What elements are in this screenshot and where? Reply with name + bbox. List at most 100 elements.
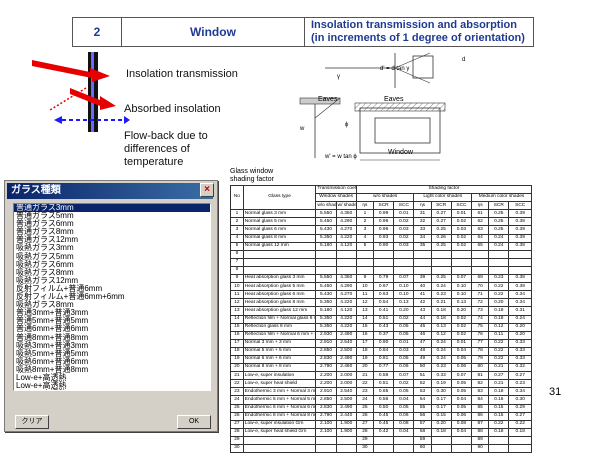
glass-type-cell: Endothermic 5 mm + Normal 5 mm bbox=[242, 395, 317, 405]
table-row: 4 Normal glass 8 mm 5.350 4.220 4 0.93 0.02 34 0… bbox=[230, 233, 532, 243]
value-cell: 2.490 bbox=[335, 354, 357, 365]
value-cell bbox=[315, 249, 337, 259]
value-cell: 35 bbox=[413, 241, 432, 251]
value-cell bbox=[508, 265, 532, 276]
table-row: 1 Normal glass 3 mm 5.550 4.350 1 0.99 0.01 31 0… bbox=[230, 209, 532, 219]
value-cell: 4.220 bbox=[335, 322, 357, 332]
value-cell: 4.270 bbox=[335, 290, 357, 300]
value-cell: 0.02 bbox=[450, 322, 473, 332]
value-cell: 2.200 bbox=[315, 379, 337, 389]
table-row: 22 Low-e, super heat shield 2.200 2.000 22 0.… bbox=[230, 379, 532, 389]
value-cell: 20 bbox=[355, 363, 374, 373]
glass-type-cell: Low-e, super heat shield Grn bbox=[242, 427, 317, 437]
col-glass: Glass type bbox=[242, 184, 317, 211]
value-cell: 0.77 bbox=[372, 363, 395, 373]
flowback-label: Flow-back due to differences of temperat… bbox=[124, 130, 208, 168]
value-cell: 57 bbox=[413, 419, 432, 429]
value-cell: 0.24 bbox=[508, 314, 532, 324]
value-cell: 82 bbox=[471, 379, 490, 389]
value-cell: 2.440 bbox=[335, 411, 357, 421]
glass-option[interactable]: Low-e+高透熱Grn bbox=[16, 390, 80, 391]
value-cell: 0.42 bbox=[372, 427, 395, 437]
flowback-arrowhead-right bbox=[124, 116, 130, 124]
value-cell bbox=[315, 265, 337, 276]
value-cell: 0.05 bbox=[450, 379, 473, 389]
value-cell: 0.06 bbox=[393, 363, 415, 373]
value-cell: 0.20 bbox=[450, 306, 473, 316]
reflect-dotted bbox=[49, 87, 87, 111]
value-cell: 0.24 bbox=[430, 338, 452, 348]
clear-button[interactable]: クリア bbox=[15, 415, 49, 429]
value-cell bbox=[393, 249, 415, 259]
glass-type-cell: Low-e, super insulation Grn bbox=[242, 419, 317, 429]
value-cell: 43 bbox=[413, 306, 432, 316]
value-cell bbox=[508, 249, 532, 259]
glass-type-cell bbox=[242, 435, 317, 446]
value-cell: 1.900 bbox=[335, 427, 357, 437]
value-cell: 5.350 bbox=[315, 298, 337, 308]
value-cell: 71 bbox=[471, 290, 490, 300]
value-cell: 0.04 bbox=[450, 427, 473, 437]
value-cell: 0.20 bbox=[508, 330, 532, 340]
table-row: 12 Heat absorption glass 8 mm 5.350 4.220 12… bbox=[230, 298, 532, 308]
value-cell: 0.24 bbox=[488, 241, 510, 251]
ok-button[interactable]: OK bbox=[177, 415, 211, 429]
table-row: 7 bbox=[230, 257, 532, 267]
value-cell: 0.18 bbox=[430, 427, 452, 437]
section-title: Window bbox=[122, 18, 305, 46]
value-cell bbox=[450, 443, 473, 453]
value-cell: 78 bbox=[471, 346, 490, 356]
value-cell: 87 bbox=[471, 419, 490, 429]
value-cell: 0.81 bbox=[372, 354, 395, 365]
value-cell: 77 bbox=[471, 338, 490, 348]
close-button[interactable]: × bbox=[200, 183, 214, 197]
value-cell: 72 bbox=[471, 298, 490, 308]
eaves-label-1: Eaves bbox=[318, 96, 338, 103]
dialog-title-bar[interactable]: ガラス種類 bbox=[7, 183, 213, 199]
value-cell: 5.450 bbox=[315, 217, 337, 227]
row-number: 7 bbox=[230, 257, 244, 267]
value-cell: 2.100 bbox=[315, 419, 337, 429]
row-number: 14 bbox=[230, 314, 244, 324]
value-cell: 25 bbox=[355, 403, 374, 413]
value-cell: 58 bbox=[413, 427, 432, 437]
table-row: 13 Heat absorption glass 12 mm 5.180 4.120 1… bbox=[230, 306, 532, 316]
value-cell: 0.24 bbox=[430, 282, 452, 292]
row-number: 5 bbox=[230, 241, 244, 251]
insolation-diagram bbox=[32, 52, 130, 132]
value-cell: 0.58 bbox=[372, 371, 395, 381]
d-label: d bbox=[462, 57, 466, 63]
value-cell bbox=[393, 443, 415, 453]
value-cell: 86 bbox=[471, 411, 490, 421]
table-row: 14 Reflection film + Normal glass 6 mm 5.3… bbox=[230, 314, 532, 324]
value-cell bbox=[372, 443, 395, 453]
value-cell: 0.34 bbox=[508, 298, 532, 308]
value-cell: 0.33 bbox=[508, 346, 532, 356]
value-cell: 2.000 bbox=[335, 379, 357, 389]
value-cell: 0.22 bbox=[508, 419, 532, 429]
value-cell: 9 bbox=[355, 274, 374, 284]
value-cell: 81 bbox=[471, 371, 490, 381]
value-cell: 0.15 bbox=[488, 403, 510, 413]
value-cell: 0.27 bbox=[508, 371, 532, 381]
value-cell: 0.25 bbox=[430, 241, 452, 251]
value-cell: 0.07 bbox=[393, 274, 415, 284]
value-cell: 0.02 bbox=[450, 217, 473, 227]
value-cell: 1.900 bbox=[335, 419, 357, 429]
value-cell: 0.05 bbox=[393, 403, 415, 413]
value-cell: 60 bbox=[413, 443, 432, 453]
row-number: 26 bbox=[230, 411, 244, 421]
glass-type-listbox[interactable]: 普通ガラス3mm 普通ガラス5mm 普通ガラス6mm 普通ガラス8mm 普通ガラス12m… bbox=[13, 203, 211, 391]
value-cell: 0.27 bbox=[488, 371, 510, 381]
glass-type-cell: Reflection film + Normal 6 mm + 6 mm bbox=[242, 330, 317, 340]
value-cell bbox=[450, 435, 473, 446]
value-cell: 26 bbox=[355, 411, 374, 421]
table-row: 26 Endothermic 8 mm + Normal 8 mm 2.790 2.4… bbox=[230, 411, 532, 421]
glass-type-cell: Heat absorption glass 12 mm bbox=[242, 306, 317, 316]
value-cell: 4.120 bbox=[335, 306, 357, 316]
value-cell: 0.23 bbox=[430, 363, 452, 373]
value-cell: 0.38 bbox=[508, 217, 532, 227]
value-cell: 69 bbox=[471, 274, 490, 284]
value-cell: 0.20 bbox=[488, 298, 510, 308]
value-cell: 51 bbox=[413, 371, 432, 381]
